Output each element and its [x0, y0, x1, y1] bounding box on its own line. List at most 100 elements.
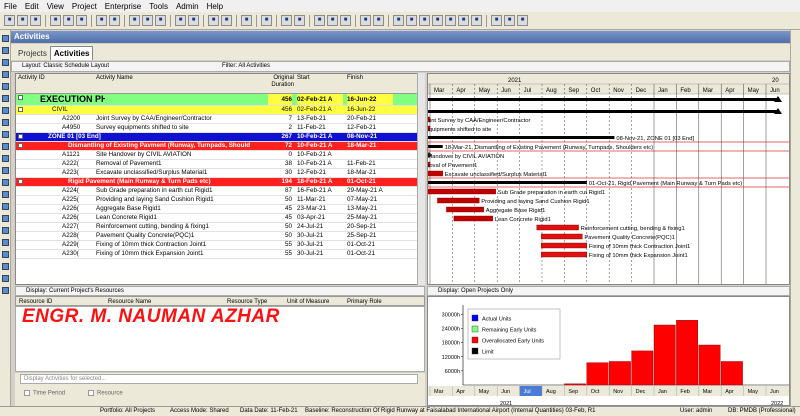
table-row[interactable]: A4950 Survey equipments shifted to site 2 1… [16, 124, 424, 133]
col-activity-id[interactable]: Activity ID [18, 75, 45, 82]
calc-icon[interactable]: ■ [314, 15, 325, 26]
col-unit-of-measure[interactable]: Unit of Measure [287, 298, 329, 306]
progress-icon[interactable]: ■ [294, 15, 305, 26]
pointer-icon[interactable]: ■ [281, 15, 292, 26]
print-icon[interactable]: ■ [30, 15, 41, 26]
dock-tool-icon[interactable] [2, 191, 9, 198]
table-scrollbar[interactable] [417, 73, 425, 285]
gantt-summary-bar[interactable] [428, 145, 443, 148]
dock-tool-icon[interactable] [2, 215, 9, 222]
activity-table[interactable]: Activity ID Activity Name Original Durat… [15, 73, 425, 285]
menu-project[interactable]: Project [68, 2, 101, 11]
col-resource-id[interactable]: Resource ID [19, 298, 52, 306]
layout-label[interactable]: Layout: Classic Schedule Layout [12, 62, 222, 71]
schedule-icon[interactable]: ■ [96, 15, 107, 26]
table-row[interactable]: A228(Pavement Quality Concrete(PQC)1 50 30… [16, 232, 424, 241]
resources-display-bar[interactable]: Display: Current Project's Resources [15, 286, 425, 296]
refresh-icon[interactable]: ■ [261, 15, 272, 26]
gantt-summary-bar[interactable] [428, 181, 587, 184]
dock-tool-icon[interactable] [2, 275, 9, 282]
copy-icon[interactable]: ■ [63, 15, 74, 26]
table-row[interactable]: Rigid Pavement (Main Runway & Turn Pads … [16, 178, 424, 187]
col-start[interactable]: Start [297, 75, 310, 82]
info-icon[interactable]: ■ [491, 15, 502, 26]
dock-tool-icon[interactable] [2, 143, 9, 150]
tab-activities[interactable]: Activities [49, 46, 94, 60]
dock-tool-icon[interactable] [2, 131, 9, 138]
zoom-all-icon[interactable]: ■ [458, 15, 469, 26]
menu-tools[interactable]: Tools [145, 2, 172, 11]
expand-toggle-icon[interactable] [18, 143, 23, 148]
resource-checkbox[interactable]: Resource [88, 390, 123, 397]
checkbox-box[interactable] [88, 390, 94, 396]
menu-admin[interactable]: Admin [172, 2, 203, 11]
dock-tool-icon[interactable] [2, 179, 9, 186]
dock-tool-icon[interactable] [2, 83, 9, 90]
table-row[interactable]: A223(Excavate unclassified/Surplus Mater… [16, 169, 424, 178]
table-row[interactable]: ZONE 01 [03 End] 267 10-Feb-21 A 08-Nov-21 [16, 133, 424, 142]
gantt-activity-bar[interactable] [541, 251, 587, 258]
dock-tool-icon[interactable] [2, 227, 9, 234]
table-row[interactable]: Dismantling of Existing Pavment (Runway,… [16, 142, 424, 151]
gantt-summary-bar[interactable] [428, 98, 778, 101]
dock-tool-icon[interactable] [2, 71, 9, 78]
dock-tool-icon[interactable] [2, 203, 9, 210]
checkbox-box[interactable] [24, 390, 30, 396]
zoom-out-icon[interactable]: ■ [221, 15, 232, 26]
gantt-activity-bar[interactable] [428, 188, 496, 195]
zoom-in-icon[interactable]: ■ [208, 15, 219, 26]
gantt-activity-bar[interactable] [541, 233, 583, 240]
dock-tool-icon[interactable] [2, 95, 9, 102]
gantt-chart[interactable]: 2021 20 Mar Apr May Jun Jul Aug Sep Oct Nov Dec Jan F… [427, 73, 790, 285]
zoom-week-icon[interactable]: ■ [419, 15, 430, 26]
dock-tool-icon[interactable] [2, 287, 9, 294]
dock-tool-icon[interactable] [2, 107, 9, 114]
help-icon[interactable]: ■ [241, 15, 252, 26]
table-row[interactable]: A1121 Site Handover by CIVIL AVIATION 0 10-… [16, 151, 424, 160]
tools-icon[interactable]: ■ [360, 15, 371, 26]
table-row[interactable]: A229(Fixing of 10mm thick Contraction Jo… [16, 241, 424, 250]
dock-tool-icon[interactable] [2, 251, 9, 258]
dock-tool-icon[interactable] [2, 263, 9, 270]
dock-tool-icon[interactable] [2, 167, 9, 174]
display-activities-select[interactable]: Display Activities for selected... [20, 374, 418, 384]
table-row[interactable]: A222(Removal of Pavement1 38 10-Feb-21 A 11… [16, 160, 424, 169]
chart-icon[interactable]: ■ [327, 15, 338, 26]
table-row[interactable]: A226(Lean Concrete Rigid1 45 03-Apr-21 25-M… [16, 214, 424, 223]
table-row[interactable]: CIVIL 456 02-Feb-21 A 16-Jun-22 [16, 106, 424, 115]
gantt-activity-bar[interactable] [437, 197, 480, 204]
table-row[interactable]: A227(Reinforcement cutting, bending & fi… [16, 223, 424, 232]
gantt-summary-bar[interactable] [428, 136, 615, 139]
zoom-prev-icon[interactable]: ■ [471, 15, 482, 26]
table-row[interactable]: A226(Aggregate Base Rigid1 45 23-Mar-21 13-… [16, 205, 424, 214]
bars-icon[interactable]: ■ [188, 15, 199, 26]
table-row[interactable]: A224(Sub Grade preparation in earth cut … [16, 187, 424, 196]
open-icon[interactable]: ■ [4, 15, 15, 26]
gantt-activity-bar[interactable] [428, 170, 443, 177]
col-primary-role[interactable]: Primary Role [347, 298, 382, 306]
table-row[interactable]: A225(Providing and laying Sand Cushion R… [16, 196, 424, 205]
dock-tool-icon[interactable] [2, 59, 9, 66]
gantt-summary-bar[interactable] [428, 110, 778, 113]
table-row[interactable]: A2200 Joint Survey by CAA/Engineer/Contra… [16, 115, 424, 124]
line-icon[interactable]: ■ [517, 15, 528, 26]
columns-icon[interactable]: ■ [175, 15, 186, 26]
col-resource-type[interactable]: Resource Type [227, 298, 267, 306]
grid-icon[interactable]: ■ [504, 15, 515, 26]
dock-tool-icon[interactable] [2, 155, 9, 162]
layout-icon[interactable]: ■ [129, 15, 140, 26]
open-projects-bar[interactable]: Display: Open Projects Only [427, 286, 790, 296]
col-activity-name[interactable]: Activity Name [96, 75, 133, 82]
zoom-day-icon[interactable]: ■ [406, 15, 417, 26]
menu-file[interactable]: File [0, 2, 21, 11]
dock-tool-icon[interactable] [2, 35, 9, 42]
menu-help[interactable]: Help [203, 2, 227, 11]
report-icon[interactable]: ■ [340, 15, 351, 26]
group-icon[interactable]: ■ [155, 15, 166, 26]
menu-enterprise[interactable]: Enterprise [101, 2, 145, 11]
filter-icon[interactable]: ■ [142, 15, 153, 26]
zoom-month-icon[interactable]: ■ [432, 15, 443, 26]
gantt-activity-bar[interactable] [536, 224, 579, 231]
layout-filter-bar[interactable]: Layout: Classic Schedule Layout Filter: … [11, 61, 790, 72]
save-icon[interactable]: ■ [17, 15, 28, 26]
